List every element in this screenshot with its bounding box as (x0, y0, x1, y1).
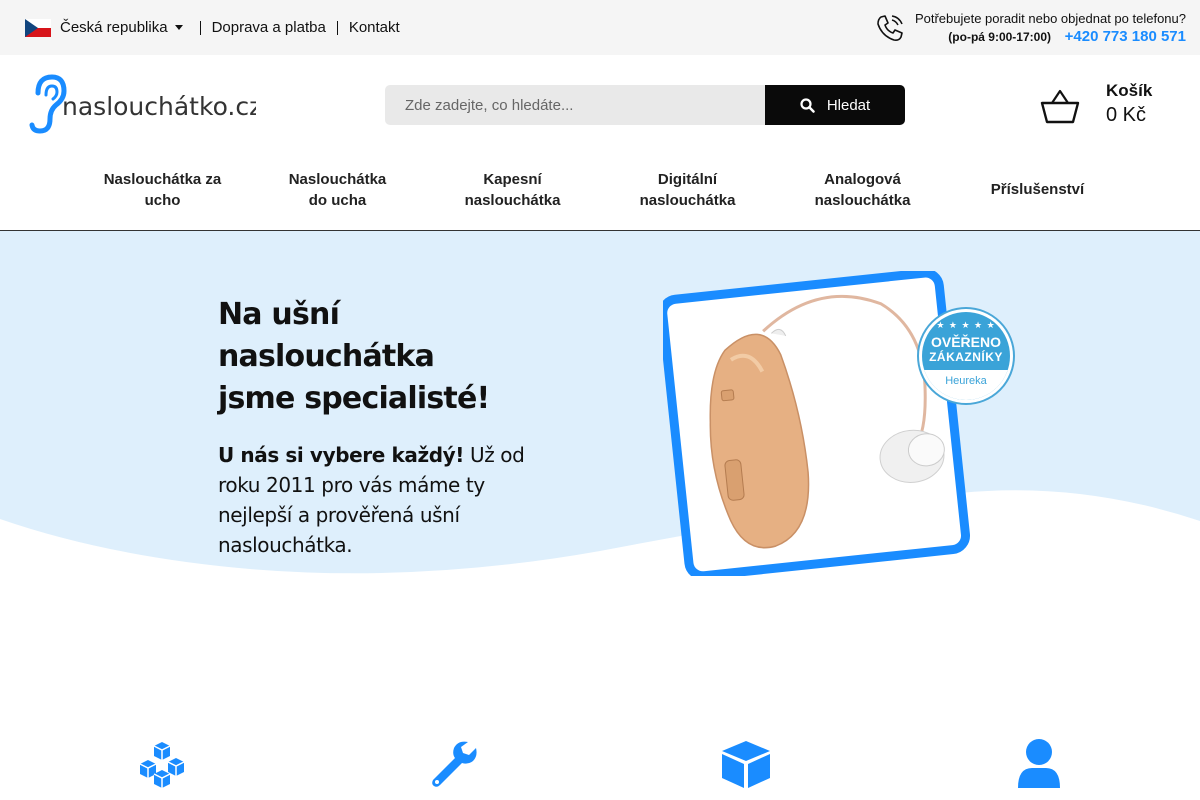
basket-icon (1040, 89, 1080, 124)
phone-text: Potřebujete poradit nebo objednat po tel… (915, 10, 1186, 46)
search-bar: Hledat (385, 85, 905, 125)
country-selector[interactable]: Česká republika (25, 18, 183, 37)
stars-icon: ★ ★ ★ ★ ★ (936, 320, 996, 330)
badge-brand: Heureka (922, 370, 1010, 400)
wrench-icon (432, 741, 477, 787)
nav-label: Kapesní (483, 170, 542, 188)
nav-item-pocket[interactable]: Kapesní naslouchátka (425, 169, 600, 211)
contact-link[interactable]: Kontakt (336, 20, 411, 35)
nav-label: Digitální (657, 170, 718, 188)
phone-contact: Potřebujete poradit nebo objednat po tel… (875, 10, 1186, 46)
nav-item-digital[interactable]: Digitální naslouchátka (600, 169, 775, 211)
header: naslouchátko.cz Hledat Košík 0 Kč (0, 55, 1200, 155)
hero-body-bold: U nás si vybere každý! (218, 443, 464, 467)
nav-label: do ucha (308, 191, 367, 209)
phone-number-link[interactable]: +420 773 180 571 (1065, 28, 1186, 45)
phone-hours: (po-pá 9:00-17:00) (948, 29, 1051, 44)
badge-line1: OVĚŘENO (930, 334, 1001, 350)
top-bar-left: Česká republika Doprava a platba Kontakt (25, 18, 411, 37)
hero-description: U nás si vybere každý! Už od roku 2011 p… (218, 440, 558, 560)
nav-label: naslouchátka (464, 191, 561, 209)
nav-item-analog[interactable]: Analogová naslouchátka (775, 169, 950, 211)
nav-label: Analogová (824, 170, 901, 188)
search-icon (800, 97, 815, 113)
nav-label: Naslouchátka (288, 170, 387, 188)
nav-label: ucho (144, 191, 181, 209)
nav-label: naslouchátka (814, 191, 911, 209)
cubes-icon (139, 742, 185, 788)
top-bar: Česká republika Doprava a platba Kontakt… (0, 0, 1200, 55)
features-row (0, 730, 1200, 800)
nav-item-in-ear[interactable]: Naslouchátka do ucha (250, 169, 425, 211)
hero-banner: Na ušní naslouchátka jsme specialisté! U… (0, 231, 1200, 601)
phone-icon (877, 14, 903, 41)
nav-label: naslouchátka (639, 191, 736, 209)
main-nav: Naslouchátka za ucho Naslouchátka do uch… (0, 155, 1200, 231)
box-icon (722, 741, 770, 788)
search-button-label: Hledat (826, 96, 871, 114)
hearing-aid-product-image (663, 271, 971, 576)
badge-line2: ZÁKAZNÍKY (929, 350, 1003, 364)
hero-text: Na ušní naslouchátka jsme specialisté! U… (218, 294, 558, 560)
chevron-down-icon (174, 25, 183, 30)
hero-title: Na ušní naslouchátka jsme specialisté! (218, 294, 558, 420)
hero-title-line: jsme specialisté! (218, 381, 490, 416)
heureka-verified-badge[interactable]: ★ ★ ★ ★ ★ OVĚŘENO ZÁKAZNÍKY Heureka (917, 307, 1015, 405)
user-icon (1018, 739, 1060, 788)
cart-total: 0 Kč (1106, 104, 1147, 126)
country-label: Česká republika (60, 19, 168, 36)
search-input[interactable] (385, 85, 765, 125)
nav-item-accessories[interactable]: Příslušenství (950, 179, 1125, 200)
czech-flag-icon (25, 18, 51, 37)
site-logo[interactable]: naslouchátko.cz (26, 73, 256, 137)
nav-item-behind-ear[interactable]: Naslouchátka za ucho (75, 169, 250, 211)
shipping-link[interactable]: Doprava a platba (199, 20, 337, 35)
hero-title-line: Na ušní naslouchátka (218, 297, 435, 374)
search-button[interactable]: Hledat (765, 85, 905, 125)
cart-button[interactable]: Košík 0 Kč (1040, 81, 1152, 127)
nav-label: Naslouchátka za (103, 170, 222, 188)
phone-question: Potřebujete poradit nebo objednat po tel… (914, 10, 1186, 26)
nav-label: Příslušenství (990, 181, 1085, 198)
logo-text: naslouchátko.cz (62, 92, 256, 121)
cart-title: Košík (1106, 81, 1153, 100)
hero-wave-background (0, 231, 1200, 574)
